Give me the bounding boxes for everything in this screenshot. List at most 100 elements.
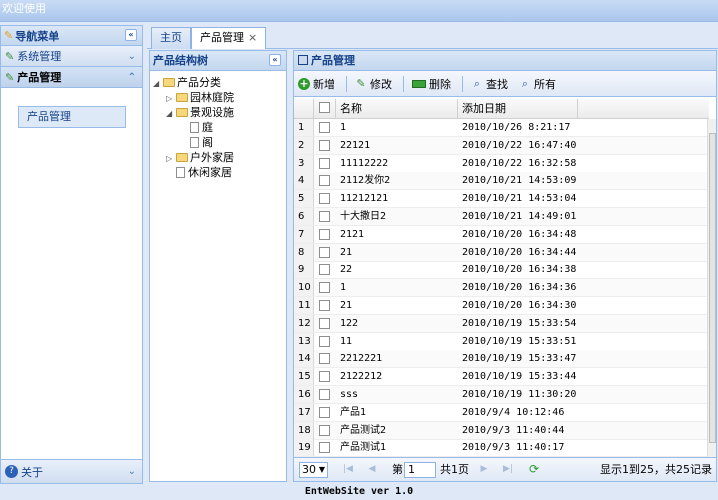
- grid-toolbar: + 新增 ✎ 修改 删除 ⌕ 查找 ⌕ 所有: [294, 71, 716, 97]
- prev-page-icon[interactable]: ◀: [366, 463, 378, 475]
- row-checkbox[interactable]: [319, 157, 330, 169]
- show-all-button[interactable]: ⌕ 所有: [519, 76, 556, 92]
- table-row[interactable]: 17 产品1 2010/9/4 10:12:46: [294, 403, 709, 422]
- table-row[interactable]: 2 22121 2010/10/22 16:47:40: [294, 136, 709, 155]
- table-row[interactable]: 6 十大撒日2 2010/10/21 14:49:01: [294, 208, 709, 226]
- row-checkbox[interactable]: [319, 371, 330, 383]
- next-page-icon[interactable]: ▶: [478, 463, 490, 475]
- scrollbar-thumb[interactable]: [709, 133, 716, 443]
- nav-section-about[interactable]: ? 关于 ⌄: [1, 459, 142, 483]
- table-row[interactable]: 10 1 2010/10/20 16:34:36: [294, 279, 709, 298]
- table-row[interactable]: 3 11112222 2010/10/22 16:32:58: [294, 154, 709, 173]
- nav-section-system[interactable]: ✎ 系统管理 ⌄: [1, 46, 142, 67]
- last-page-icon[interactable]: ▶|: [502, 463, 514, 475]
- row-checkbox[interactable]: [319, 246, 330, 258]
- row-checkbox[interactable]: [319, 424, 330, 436]
- product-name-cell: 2212221: [340, 353, 383, 365]
- row-checkbox[interactable]: [319, 175, 330, 187]
- table-row[interactable]: 12 122 2010/10/19 15:33:54: [294, 314, 709, 333]
- tree-node[interactable]: 庭: [190, 120, 213, 135]
- collapse-icon[interactable]: ⌃: [128, 72, 136, 83]
- folder-icon: [176, 153, 188, 162]
- row-number: 18: [294, 421, 314, 439]
- row-checkbox[interactable]: [319, 122, 330, 133]
- table-row[interactable]: 19 产品测试1 2010/9/3 11:40:17: [294, 439, 709, 458]
- row-checkbox[interactable]: [319, 264, 330, 276]
- tree-node-label: 产品分类: [177, 76, 221, 89]
- row-checkbox[interactable]: [319, 228, 330, 240]
- tree-node[interactable]: ▷ 园林庭院: [166, 90, 234, 105]
- table-row[interactable]: 16 sss 2010/10/19 11:30:20: [294, 386, 709, 404]
- product-name-cell: 21: [340, 300, 353, 311]
- tab-product-management[interactable]: 产品管理 ×: [191, 27, 267, 49]
- row-number: 17: [294, 403, 314, 421]
- row-checkbox[interactable]: [319, 193, 330, 205]
- add-button[interactable]: + 新增: [298, 76, 335, 92]
- search-button[interactable]: ⌕ 查找: [471, 76, 508, 92]
- row-number: 9: [294, 261, 314, 279]
- nav-title: 导航菜单: [15, 29, 60, 43]
- page-number-input[interactable]: 1: [404, 462, 436, 478]
- first-page-icon[interactable]: |◀: [342, 463, 354, 475]
- nav-link-product-management[interactable]: 产品管理: [18, 106, 126, 128]
- pencil-icon: ✎: [356, 76, 366, 90]
- collapse-nav-button[interactable]: «: [125, 29, 137, 41]
- column-header-date[interactable]: 添加日期: [458, 99, 578, 119]
- tree-node-label: 园林庭院: [190, 91, 234, 104]
- collapsed-arrow-icon[interactable]: ▷: [166, 151, 176, 166]
- collapse-tree-button[interactable]: «: [269, 54, 281, 66]
- row-number: 19: [294, 439, 314, 457]
- tree-node[interactable]: ◢ 景观设施: [166, 105, 234, 120]
- tree-header: 产品结构树 «: [150, 51, 286, 71]
- expand-icon[interactable]: ⌄: [128, 466, 136, 477]
- footer-version: EntWebSite ver 1.0: [0, 484, 718, 500]
- toolbar-separator: [462, 75, 463, 92]
- refresh-icon[interactable]: ⟳: [528, 463, 540, 475]
- table-row[interactable]: 11 21 2010/10/20 16:34:30: [294, 297, 709, 315]
- row-checkbox[interactable]: [319, 353, 330, 365]
- table-row[interactable]: 1 1 2010/10/26 8:21:17: [294, 119, 709, 137]
- row-checkbox[interactable]: [319, 317, 330, 329]
- folder-icon: [176, 93, 188, 102]
- table-row[interactable]: 5 11212121 2010/10/21 14:53:04: [294, 190, 709, 209]
- grid-scrollbar[interactable]: [707, 119, 716, 459]
- table-row[interactable]: 18 产品测试2 2010/9/3 11:40:44: [294, 421, 709, 440]
- product-tree-panel: 产品结构树 « ◢ 产品分类 ▷ 园林庭院 ◢ 景观设施 庭 阁 ▷ 户外家居 休闲家居: [149, 50, 287, 482]
- table-row[interactable]: 13 11 2010/10/19 15:33:51: [294, 332, 709, 351]
- row-checkbox[interactable]: [319, 335, 330, 347]
- expand-icon[interactable]: ⌄: [128, 51, 136, 62]
- table-row[interactable]: 4 2112发你2 2010/10/21 14:53:09: [294, 172, 709, 191]
- row-checkbox[interactable]: [319, 139, 330, 151]
- expanded-arrow-icon[interactable]: ◢: [153, 76, 163, 91]
- row-checkbox[interactable]: [319, 211, 330, 222]
- tab-home[interactable]: 主页: [151, 27, 191, 49]
- row-checkbox[interactable]: [319, 442, 330, 454]
- expanded-arrow-icon[interactable]: ◢: [166, 106, 176, 121]
- delete-button[interactable]: 删除: [412, 76, 451, 92]
- table-row[interactable]: 7 2121 2010/10/20 16:34:48: [294, 225, 709, 244]
- row-number: 16: [294, 386, 314, 403]
- row-checkbox[interactable]: [319, 406, 330, 418]
- collapsed-arrow-icon[interactable]: ▷: [166, 91, 176, 106]
- nav-section-products[interactable]: ✎ 产品管理 ⌃: [1, 67, 142, 88]
- table-row[interactable]: 14 2212221 2010/10/19 15:33:47: [294, 350, 709, 369]
- edit-label: 修改: [370, 77, 392, 91]
- row-checkbox[interactable]: [319, 300, 330, 311]
- table-row[interactable]: 15 2122212 2010/10/19 15:33:44: [294, 368, 709, 387]
- close-icon[interactable]: ×: [248, 31, 257, 44]
- edit-button[interactable]: ✎ 修改: [355, 76, 392, 92]
- tree-node[interactable]: ▷ 户外家居: [166, 150, 234, 165]
- tree-node[interactable]: 休闲家居: [176, 165, 232, 180]
- tree-node[interactable]: ◢ 产品分类: [153, 75, 221, 90]
- date-added-cell: 2010/10/20 16:34:36: [462, 282, 577, 294]
- row-checkbox[interactable]: [319, 389, 330, 400]
- table-row[interactable]: 9 22 2010/10/20 16:34:38: [294, 261, 709, 280]
- toolbar-separator: [403, 75, 404, 92]
- select-all-checkbox[interactable]: [319, 102, 330, 113]
- table-row[interactable]: 8 21 2010/10/20 16:34:44: [294, 243, 709, 262]
- nav-icon: ✎: [4, 29, 14, 42]
- row-checkbox[interactable]: [319, 282, 330, 294]
- column-header-name[interactable]: 名称: [336, 99, 458, 119]
- page-size-select[interactable]: 30 ▼: [299, 462, 328, 478]
- tree-node[interactable]: 阁: [190, 135, 213, 150]
